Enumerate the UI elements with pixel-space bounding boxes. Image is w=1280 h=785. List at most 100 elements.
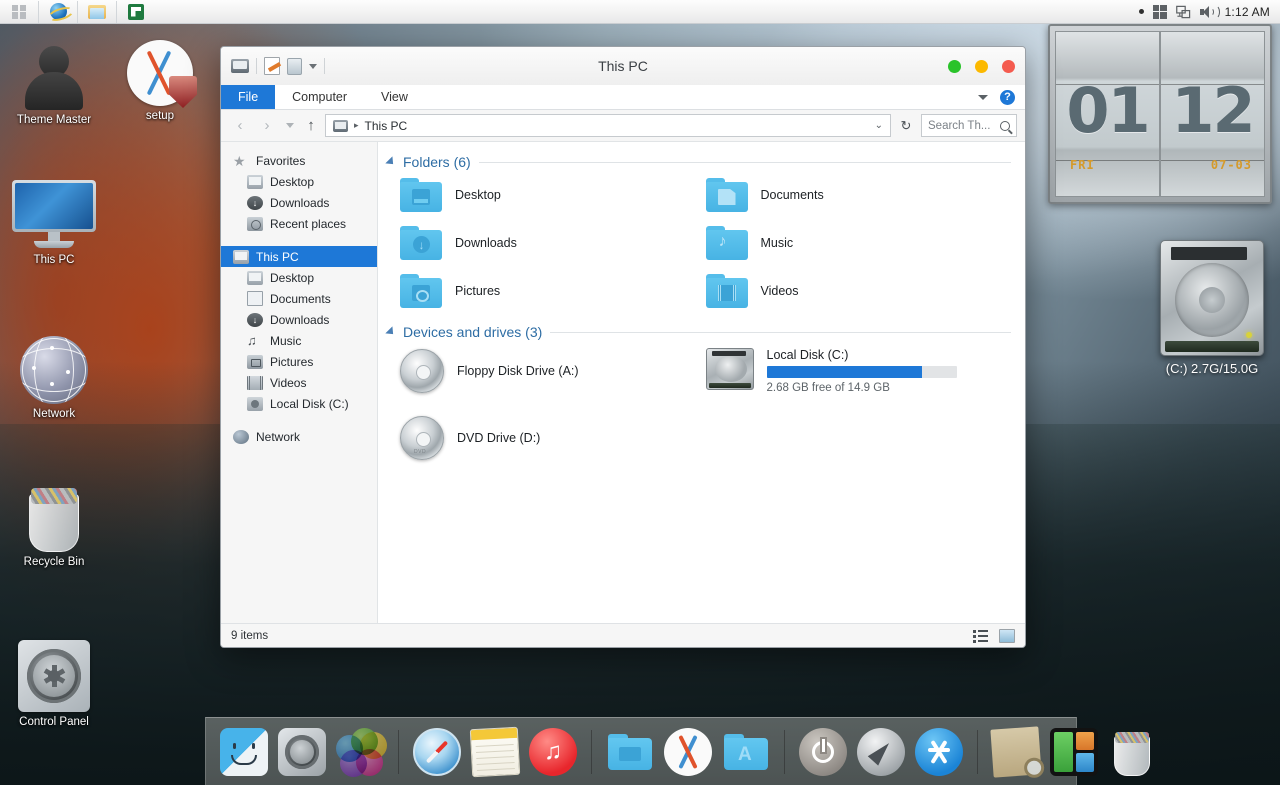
dock-item-itunes[interactable]: ♫ (529, 727, 577, 776)
group-title: Devices and drives (3) (403, 324, 543, 340)
start-button[interactable] (0, 0, 38, 24)
desktop-icon-recycle-bin[interactable]: Recycle Bin (2, 480, 106, 569)
sidebar-item-desktop[interactable]: Desktop (221, 171, 377, 192)
list-item[interactable]: Local Disk (C:) 2.68 GB free of 14.9 GB (705, 348, 1012, 394)
sidebar-item-label: Music (270, 333, 302, 348)
sidebar-item-this-pc[interactable]: This PC (221, 246, 377, 267)
list-item[interactable]: DVD DVD Drive (D:) (400, 416, 706, 460)
dock-item-power[interactable] (799, 727, 847, 776)
overflow-dot-icon[interactable] (1138, 9, 1144, 14)
speaker-icon[interactable] (1199, 4, 1220, 19)
dock-separator (591, 729, 592, 774)
internet-explorer-button[interactable] (39, 0, 77, 24)
desktop-icon-setup[interactable]: setup (108, 34, 212, 123)
desktop-icon-control-panel[interactable]: Control Panel (2, 640, 106, 729)
item-label: Videos (760, 284, 799, 298)
clock-date: 07-03 (1210, 158, 1252, 172)
content-pane: Folders (6) Desktop Documents ↓ Download… (378, 142, 1025, 623)
network-icon[interactable] (1175, 5, 1191, 19)
chevron-down-icon[interactable]: ⌄ (875, 120, 883, 131)
list-item[interactable]: Documents (705, 178, 1012, 212)
excel-button[interactable] (117, 0, 155, 24)
search-input[interactable]: Search Th... (921, 114, 1017, 137)
dock-item-osx[interactable] (664, 727, 712, 776)
sidebar-item-label: Desktop (270, 270, 315, 285)
minimize-button[interactable] (975, 59, 988, 73)
up-button[interactable]: ↑ (302, 117, 320, 134)
sidebar-item-music[interactable]: ♫ Music (221, 330, 377, 351)
forward-button[interactable]: › (256, 115, 278, 137)
dock-item-preview[interactable] (990, 725, 1045, 778)
this-pc-icon[interactable] (231, 59, 249, 73)
quick-access-toolbar (231, 57, 325, 75)
sidebar-item-pictures[interactable]: Pictures (221, 351, 377, 372)
windows-grid-icon[interactable] (1152, 4, 1167, 19)
desktop-icon-this-pc[interactable]: This PC (2, 178, 106, 267)
chevron-down-icon[interactable] (978, 94, 988, 100)
sidebar-item-documents[interactable]: Documents (221, 288, 377, 309)
dock-item-finder[interactable] (220, 727, 268, 776)
maximize-button[interactable] (1002, 59, 1015, 73)
dock-separator (784, 729, 785, 774)
taskbar-clock[interactable]: 1:12 AM (1225, 5, 1270, 19)
group-header-devices[interactable]: Devices and drives (3) (385, 324, 1011, 340)
collapse-triangle-icon[interactable] (385, 326, 397, 338)
tab-file[interactable]: File (221, 85, 276, 109)
new-folder-icon[interactable] (287, 57, 302, 75)
dock-item-mission-control[interactable] (1050, 727, 1098, 776)
item-label: Downloads (455, 236, 517, 250)
dock-item-color-wheel[interactable] (336, 727, 387, 777)
properties-icon[interactable] (264, 57, 280, 75)
help-icon[interactable]: ? (1000, 89, 1015, 105)
dock-item-launchpad[interactable] (857, 727, 905, 776)
dock-item-safari[interactable] (413, 727, 461, 776)
dock-item-notes[interactable] (469, 726, 521, 777)
recent-locations-caret[interactable] (286, 123, 294, 128)
list-item[interactable]: Desktop (400, 178, 706, 212)
sidebar-item-local-disk[interactable]: Local Disk (C:) (221, 393, 377, 414)
dock-item-app-store[interactable] (915, 727, 963, 776)
sidebar-item-downloads[interactable]: ↓ Downloads (221, 192, 377, 213)
dock-item-applications-folder[interactable]: A (722, 728, 770, 776)
close-button[interactable] (948, 59, 961, 73)
breadcrumb-separator: ▸ (354, 120, 359, 130)
sidebar-item-favorites[interactable]: ★ Favorites (221, 150, 377, 171)
list-item[interactable]: Pictures (400, 274, 706, 308)
tab-computer[interactable]: Computer (275, 85, 364, 109)
sidebar-item-network[interactable]: Network (221, 426, 377, 447)
list-item[interactable]: ↓ Downloads (400, 226, 706, 260)
music-icon: ♫ (247, 332, 257, 348)
capacity-bar-fill (766, 366, 923, 378)
dock: ♫ A (205, 717, 1150, 785)
sidebar-item-label: Recent places (270, 216, 347, 231)
list-item[interactable]: ♪ Music (705, 226, 1012, 260)
clock-hours: 01 (1066, 73, 1150, 147)
sidebar-item-downloads-2[interactable]: ↓ Downloads (221, 309, 377, 330)
sidebar-item-label: Favorites (256, 153, 306, 168)
large-icons-view-icon[interactable] (999, 628, 1015, 643)
details-view-icon[interactable] (973, 629, 989, 643)
sidebar-item-videos[interactable]: Videos (221, 372, 377, 393)
windows-logo-icon (12, 4, 26, 19)
sidebar-item-recent-places[interactable]: Recent places (221, 213, 377, 234)
dock-item-system-preferences[interactable] (278, 727, 326, 776)
file-explorer-button[interactable] (78, 0, 116, 24)
list-item[interactable]: Floppy Disk Drive (A:) (400, 348, 706, 394)
dock-item-trash[interactable] (1108, 728, 1156, 776)
window-title-bar[interactable]: This PC (221, 47, 1025, 85)
list-item[interactable]: Videos (705, 274, 1012, 308)
collapse-triangle-icon[interactable] (385, 156, 397, 168)
desktop-icon-label: setup (145, 110, 175, 122)
desktop-icon-theme-master[interactable]: Theme Master (2, 38, 106, 127)
navigation-pane[interactable]: ★ Favorites Desktop ↓ Downloads Recent p… (221, 142, 378, 623)
desktop-icon-network[interactable]: Network (2, 332, 106, 421)
tab-view[interactable]: View (364, 85, 425, 109)
group-header-folders[interactable]: Folders (6) (385, 154, 1011, 170)
refresh-button[interactable]: ↻ (896, 115, 916, 137)
back-button[interactable]: ‹ (229, 115, 251, 137)
dock-item-documents-folder[interactable] (606, 728, 654, 776)
customize-caret-icon[interactable] (309, 63, 317, 69)
breadcrumb[interactable]: ▸ This PC ⌄ (325, 114, 891, 137)
sidebar-item-desktop-2[interactable]: Desktop (221, 267, 377, 288)
capacity-bar (766, 366, 957, 378)
